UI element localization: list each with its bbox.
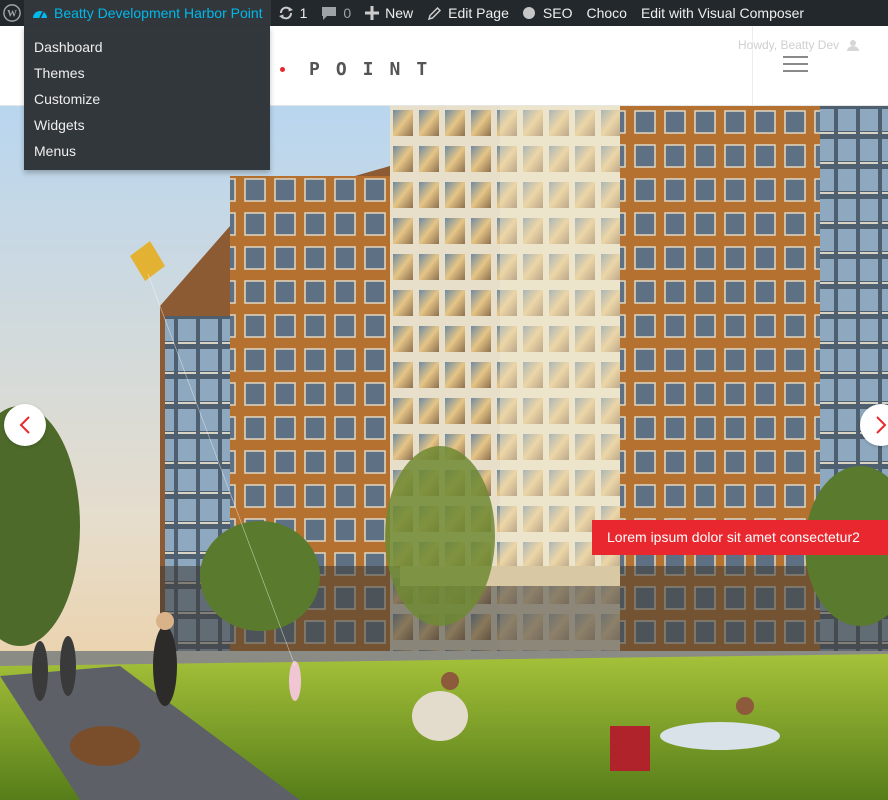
slider-prev-button[interactable] [4,404,46,446]
new-content-button[interactable]: New [358,0,420,26]
chevron-left-icon [19,416,30,434]
hero-slider: Lorem ipsum dolor sit amet consectetur2 [0,106,888,800]
plus-icon [365,6,380,20]
howdy-account[interactable]: Howdy, Beatty Dev [738,38,860,52]
seo-button[interactable]: SEO [516,0,580,26]
site-logo[interactable]: POINT [280,59,443,80]
updates-button[interactable]: 1 [271,0,315,26]
menu-item-menus[interactable]: Menus [24,138,270,164]
menu-item-themes[interactable]: Themes [24,60,270,86]
site-name-dropdown: Dashboard Themes Customize Widgets Menus [24,26,270,170]
menu-item-dashboard[interactable]: Dashboard [24,34,270,60]
user-avatar-icon [847,39,860,51]
visual-composer-button[interactable]: Edit with Visual Composer [634,0,811,26]
hero-building-image [0,106,888,800]
comments-count: 0 [343,5,352,21]
howdy-label: Howdy, Beatty Dev [738,38,840,52]
pencil-icon [427,6,442,21]
hamburger-menu-icon[interactable] [783,56,808,76]
visual-composer-label: Edit with Visual Composer [640,5,805,21]
slide-caption[interactable]: Lorem ipsum dolor sit amet consectetur2 [592,520,888,555]
site-name-label: Beatty Development Harbor Point [54,5,263,21]
edit-page-label: Edit Page [448,5,509,21]
menu-item-widgets[interactable]: Widgets [24,112,270,138]
admin-bar: W Beatty Development Harbor Point 1 0 Ne… [0,0,888,26]
site-name-menu[interactable]: Beatty Development Harbor Point [24,0,271,26]
choco-label: Choco [586,5,627,21]
comment-bubble-icon [321,6,337,21]
new-label: New [385,5,414,21]
wordpress-logo-icon[interactable]: W [0,0,24,26]
logo-dot [280,67,285,72]
seo-label: SEO [542,5,573,21]
refresh-icon [278,5,294,21]
seo-status-icon [522,7,535,19]
comments-button[interactable]: 0 [314,0,358,26]
logo-text: POINT [309,59,444,80]
menu-item-customize[interactable]: Customize [24,86,270,112]
edit-page-button[interactable]: Edit Page [420,0,516,26]
updates-count: 1 [299,5,308,21]
choco-button[interactable]: Choco [579,0,633,26]
chevron-right-icon [876,416,887,434]
dashboard-gauge-icon [32,6,48,20]
svg-text:W: W [7,9,17,20]
